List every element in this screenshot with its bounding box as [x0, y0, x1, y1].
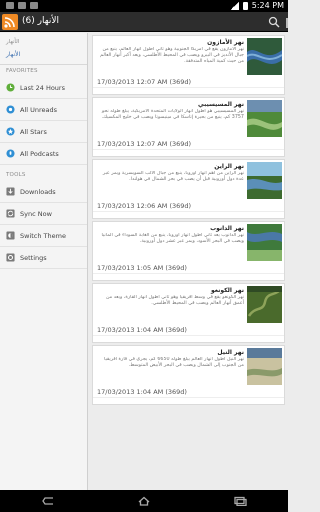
article-card[interactable]: نهر الدانوب نهر الدانوب يعد ثاني أطول أن… [92, 221, 285, 281]
article-snippet: نهر الدانوب يعد ثاني أطول أنهار أوروبا، … [101, 233, 244, 245]
notification-icon [6, 2, 14, 9]
article-list: نهر الأمازون نهر الأمازون يقع في أمريكا … [89, 33, 288, 490]
clock-icon [6, 83, 15, 92]
divider [93, 87, 284, 88]
divider [93, 397, 284, 398]
divider [93, 273, 284, 274]
notification-icon [30, 2, 38, 9]
download-icon [6, 187, 15, 196]
article-date: 17/03/2013 1:04 AM (369d) [97, 388, 187, 396]
article-card[interactable]: نهر الأمازون نهر الأمازون يقع في أمريكا … [92, 35, 285, 95]
article-card[interactable]: نهر النيل نهر النيل أطول أنهار العالم يب… [92, 345, 285, 405]
overflow-menu-icon[interactable] [284, 18, 288, 28]
article-card[interactable]: نهر المسيسيبي نهر المسيسيبي هو أطول أنها… [92, 97, 285, 157]
star-icon [6, 127, 15, 136]
sidebar-item-label: الأنهار [6, 50, 21, 58]
clock-time: 5:24 PM [251, 1, 284, 10]
article-snippet: نهر الكونغو يقع في وسط أفريقيا وهو ثاني … [106, 295, 244, 307]
article-card[interactable]: نهر الكونغو نهر الكونغو يقع في وسط أفريق… [92, 283, 285, 343]
theme-icon [6, 231, 15, 240]
article-snippet: نهر المسيسيبي هو أطول أنهار الولايات الم… [101, 109, 245, 121]
rss-app-icon[interactable] [2, 14, 18, 30]
battery-icon [242, 1, 248, 10]
sidebar-item-last-24-hours[interactable]: Last 24 Hours [0, 77, 87, 99]
article-date: 17/03/2013 12:07 AM (369d) [97, 140, 192, 148]
divider [93, 149, 284, 150]
divider [93, 335, 284, 336]
system-nav-bar [0, 490, 288, 512]
feed-section-header: الأنهار [6, 39, 20, 45]
recent-apps-icon[interactable] [233, 496, 247, 506]
article-thumbnail [247, 38, 282, 75]
sidebar-item-settings[interactable]: Settings [0, 247, 87, 269]
sidebar-item-label: Sync Now [20, 209, 52, 218]
article-snippet: نهر الأمازون يقع في أمريكا الجنوبية وهو … [100, 47, 244, 65]
sync-icon [6, 209, 15, 218]
article-thumbnail [247, 224, 282, 261]
sidebar-item-downloads[interactable]: Downloads [0, 181, 87, 203]
article-title: نهر الراين [214, 163, 244, 170]
sidebar-item-label: All Unreads [20, 105, 58, 114]
settings-icon [6, 253, 15, 262]
article-title: نهر الدانوب [210, 225, 244, 232]
sidebar: الأنهار الأنهار FAVORITES Last 24 Hours … [0, 33, 88, 490]
search-icon[interactable] [268, 16, 280, 28]
article-date: 17/03/2013 1:05 AM (369d) [97, 264, 187, 272]
sidebar-item-label: Last 24 Hours [20, 83, 65, 92]
article-title: نهر النيل [217, 349, 244, 356]
signal-icon [229, 1, 239, 10]
favorites-header: FAVORITES [6, 68, 38, 74]
tools-header: TOOLS [6, 172, 26, 178]
status-bar: 5:24 PM [0, 0, 288, 12]
article-thumbnail [247, 286, 282, 323]
article-title: نهر المسيسيبي [198, 101, 244, 108]
article-title: نهر الكونغو [211, 287, 244, 294]
sidebar-item-switch-theme[interactable]: Switch Theme [0, 225, 87, 247]
sidebar-item-all-unreads[interactable]: All Unreads [0, 99, 87, 121]
sidebar-item-label: All Stars [20, 127, 47, 136]
article-date: 17/03/2013 12:07 AM (369d) [97, 78, 192, 86]
article-thumbnail [247, 100, 282, 137]
sidebar-item-label: Downloads [20, 187, 56, 196]
article-thumbnail [247, 162, 282, 199]
sidebar-item-all-stars[interactable]: All Stars [0, 121, 87, 143]
article-date: 17/03/2013 1:04 AM (369d) [97, 326, 187, 334]
sidebar-item-all-podcasts[interactable]: All Podcasts [0, 143, 87, 165]
page-title: الأنهار (6) [22, 16, 59, 26]
sidebar-item-label: All Podcasts [20, 149, 59, 158]
podcast-icon [6, 149, 15, 158]
article-thumbnail [247, 348, 282, 385]
sidebar-item-label: Settings [20, 253, 47, 262]
notification-icon [18, 2, 26, 9]
article-title: نهر الأمازون [207, 39, 244, 46]
sidebar-item-label: Switch Theme [20, 231, 66, 240]
sidebar-item-sync-now[interactable]: Sync Now [0, 203, 87, 225]
article-card[interactable]: نهر الراين نهر الراين من أهم أنهار أوروب… [92, 159, 285, 219]
action-bar: الأنهار (6) [0, 12, 288, 32]
article-snippet: نهر النيل أطول أنهار العالم يبلغ طوله 66… [104, 357, 244, 369]
article-snippet: نهر الراين من أهم أنهار أوروبا، ينبع من … [102, 171, 244, 183]
unread-icon [6, 105, 15, 114]
sidebar-item-rivers-feed[interactable]: الأنهار [0, 47, 87, 61]
divider [93, 211, 284, 212]
back-icon[interactable] [41, 496, 55, 506]
notification-icons [6, 2, 38, 9]
home-icon[interactable] [137, 496, 151, 506]
divider [0, 64, 87, 65]
article-date: 17/03/2013 12:06 AM (369d) [97, 202, 192, 210]
